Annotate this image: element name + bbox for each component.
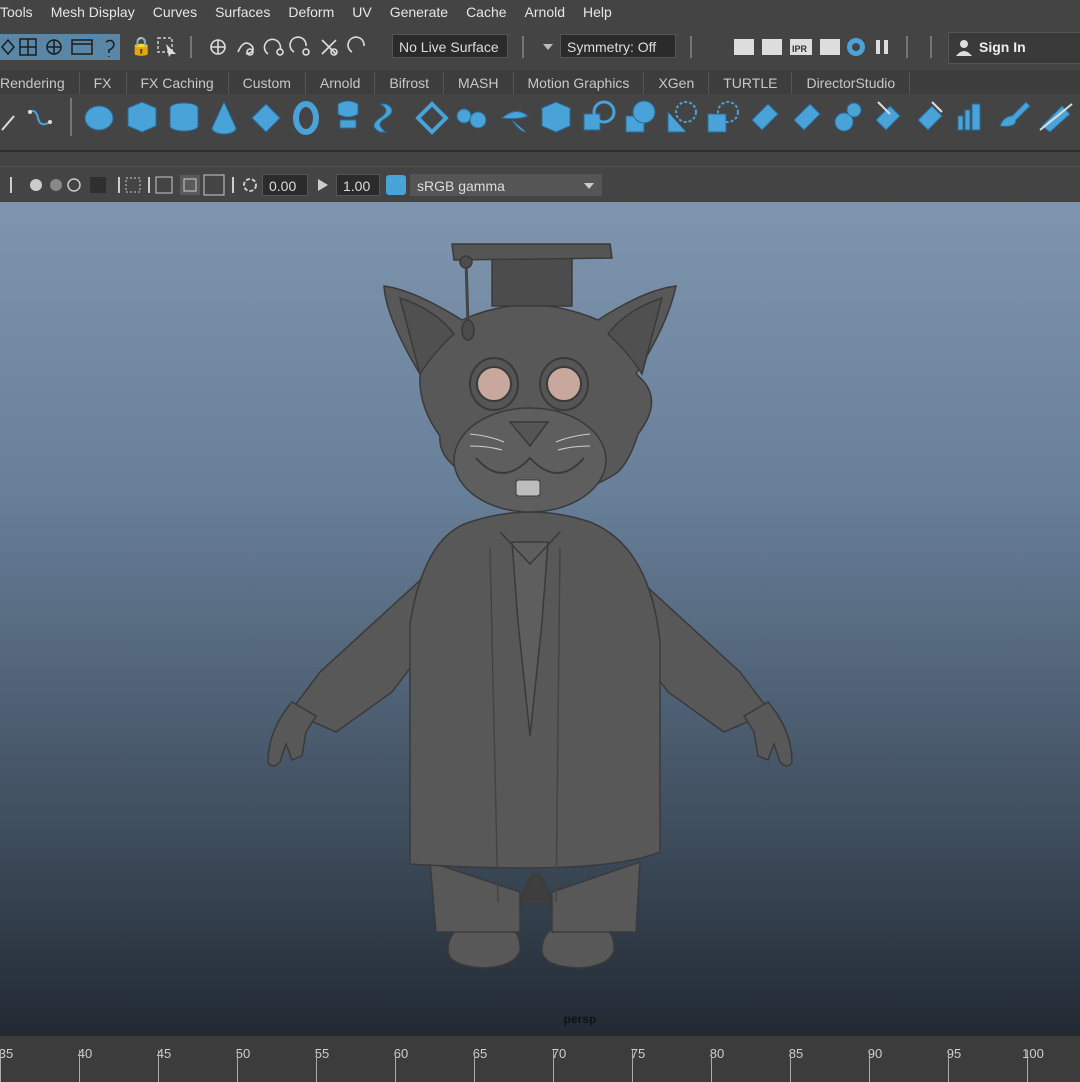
tab-mash[interactable]: MASH [444,72,514,94]
chevron-down-icon[interactable] [542,42,554,52]
timeline-tick [395,1050,396,1082]
user-icon [956,40,972,56]
shelf-tab-bar: Rendering FX FX Caching Custom Arnold Bi… [0,70,1080,94]
timeline-tick [1027,1050,1028,1082]
time-slider[interactable]: 35 40 45 50 55 60 65 70 75 80 85 90 95 100 [0,1034,1080,1082]
timeline-tick [948,1050,949,1082]
cat-graduate-model [267,243,793,969]
perspective-viewport[interactable]: persp [0,202,1080,1034]
chevron-down-icon [584,183,594,189]
color-management-toggle-icon[interactable] [386,175,406,195]
timeline-tick [158,1050,159,1082]
timeline-tick [790,1050,791,1082]
status-line: 🔒 No Live Surface Symmetry: Off IPR Sign… [0,24,1080,71]
timeline-tick [553,1050,554,1082]
gamma-icon [318,179,328,191]
lock-icon[interactable]: 🔒 [130,36,152,57]
panel-toolbar: 0.00 1.00 sRGB gamma [0,166,1080,203]
menu-mesh-display[interactable]: Mesh Display [51,4,135,20]
menu-surfaces[interactable]: Surfaces [215,4,270,20]
color-space-value: sRGB gamma [417,178,505,194]
tab-fx[interactable]: FX [80,72,127,94]
menu-curves[interactable]: Curves [153,4,197,20]
menu-tools[interactable]: Tools [0,4,33,20]
tab-fx-caching[interactable]: FX Caching [127,72,229,94]
menu-uv[interactable]: UV [352,4,371,20]
tab-xgen[interactable]: XGen [644,72,710,94]
timeline-tick [632,1050,633,1082]
shelf [0,94,1080,152]
live-surface-field[interactable]: No Live Surface [392,34,508,58]
shading-toggle-icons[interactable] [6,173,266,197]
timeline-tick [79,1050,80,1082]
timeline-tick-label: 35 [0,1046,14,1061]
menu-help[interactable]: Help [583,4,612,20]
select-cursor-icon[interactable] [156,36,178,58]
sign-in-button[interactable]: Sign In [948,32,1080,64]
menu-arnold[interactable]: Arnold [525,4,565,20]
timeline-tick [237,1050,238,1082]
render-icons[interactable]: IPR [732,34,892,60]
tab-motion-graphics[interactable]: Motion Graphics [514,72,645,94]
snap-toggle-icons[interactable] [0,34,120,60]
snap-icons[interactable] [206,34,376,60]
timeline-tick-label: 100 [1022,1046,1044,1061]
tab-custom[interactable]: Custom [229,72,306,94]
exposure-field[interactable]: 0.00 [262,174,308,196]
timeline-tick [316,1050,317,1082]
tab-arnold[interactable]: Arnold [306,72,376,94]
timeline-tick [711,1050,712,1082]
menu-generate[interactable]: Generate [390,4,448,20]
timeline-tick [869,1050,870,1082]
tab-bifrost[interactable]: Bifrost [375,72,445,94]
polygon-primitives-icons[interactable] [82,96,1080,140]
gamma-field[interactable]: 1.00 [336,174,380,196]
camera-label: persp [563,1012,597,1026]
tab-directorstudio[interactable]: DirectorStudio [792,72,911,94]
sign-in-label: Sign In [979,39,1026,55]
ipr-label: IPR [792,44,808,54]
menu-deform[interactable]: Deform [288,4,334,20]
timeline-tick [0,1050,1,1082]
tab-turtle[interactable]: TURTLE [709,72,793,94]
curve-tool-icons[interactable] [0,100,70,140]
menu-cache[interactable]: Cache [466,4,506,20]
timeline-tick [474,1050,475,1082]
tab-rendering[interactable]: Rendering [0,72,80,94]
main-menu-bar: Tools Mesh Display Curves Surfaces Defor… [0,0,1080,24]
color-space-dropdown[interactable]: sRGB gamma [410,174,602,196]
symmetry-field[interactable]: Symmetry: Off [560,34,676,58]
